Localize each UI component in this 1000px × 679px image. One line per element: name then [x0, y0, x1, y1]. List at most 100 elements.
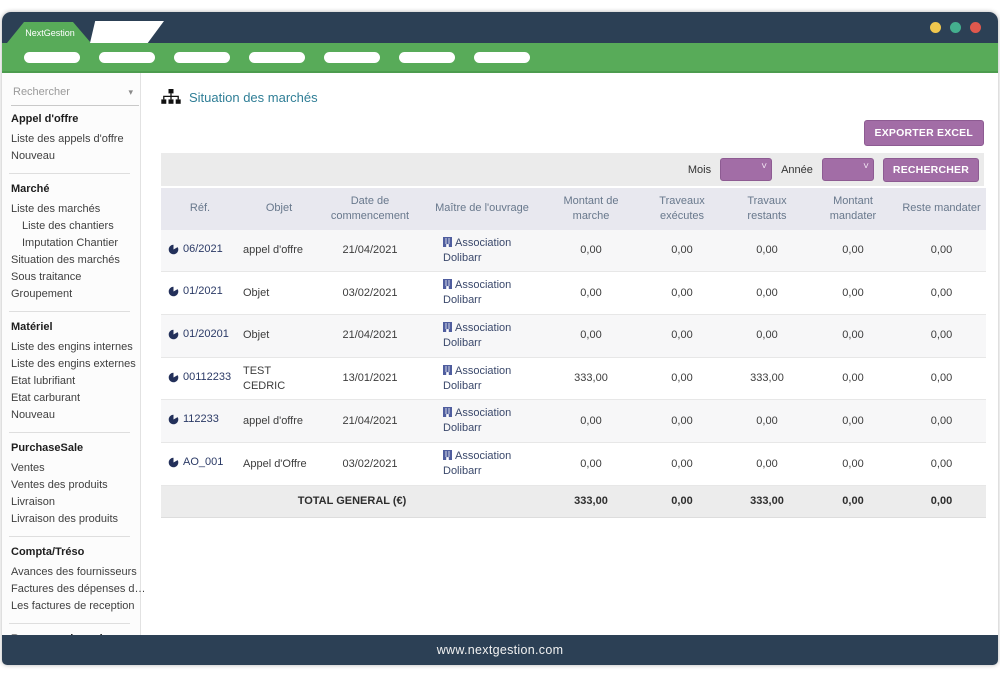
ref-link[interactable]: 01/20201 [168, 327, 229, 342]
sidebar-item-etat-carburant[interactable]: Etat carburant [11, 389, 140, 406]
date-cell: 21/04/2021 [319, 315, 421, 358]
sidebar-item-liste-chantiers[interactable]: Liste des chantiers [11, 217, 140, 234]
sidebar-item-ventes-produits[interactable]: Ventes des produits [11, 476, 140, 493]
menu-pill[interactable] [324, 52, 380, 63]
project-pie-icon [168, 329, 179, 340]
sidebar-item-nouveau-appel[interactable]: Nouveau [11, 147, 140, 164]
sidebar-header-marche[interactable]: Marché [11, 183, 140, 195]
montant-cell: 0,00 [543, 315, 639, 358]
project-pie-icon [168, 457, 179, 468]
building-icon [443, 279, 452, 289]
total-label: TOTAL GENERAL (€) [161, 485, 543, 517]
ref-link[interactable]: 01/2021 [168, 284, 223, 299]
total-executes: 0,00 [639, 485, 725, 517]
maitre-link[interactable]: Association Dolibarr [443, 449, 525, 479]
col-maitre: Maître de l'ouvrage [421, 188, 543, 230]
rechercher-button[interactable]: RECHERCHER [883, 158, 979, 182]
mandater-cell: 0,00 [809, 315, 897, 358]
montant-cell: 333,00 [543, 357, 639, 400]
table-row: 01/2021 Objet 03/02/2021 Association Dol… [161, 272, 986, 315]
date-cell: 03/02/2021 [319, 272, 421, 315]
mois-label: Mois [688, 164, 711, 176]
annee-label: Année [781, 164, 813, 176]
sidebar-header-compta-treso[interactable]: Compta/Tréso [11, 546, 140, 558]
sidebar-item-ventes[interactable]: Ventes [11, 459, 140, 476]
sidebar-item-avances-fournisseurs[interactable]: Avances des fournisseurs [11, 563, 140, 580]
sidebar-item-groupement[interactable]: Groupement [11, 285, 140, 302]
sidebar-item-etat-lubrifiant[interactable]: Etat lubrifiant [11, 372, 140, 389]
minimize-dot-icon[interactable] [930, 22, 941, 33]
menu-pill[interactable] [174, 52, 230, 63]
objet-cell: appel d'offre [239, 230, 319, 272]
objet-cell: TEST CEDRIC [239, 357, 319, 400]
footer-bar: www.nextgestion.com [2, 635, 998, 665]
reste-cell: 0,00 [897, 272, 986, 315]
total-restants: 333,00 [725, 485, 809, 517]
col-travaux-restants: Travaux restants [725, 188, 809, 230]
col-reste-mandater: Reste mandater [897, 188, 986, 230]
sidebar-item-factures-depenses[interactable]: Factures des dépenses d… [11, 580, 140, 597]
ref-link[interactable]: 112233 [168, 412, 219, 427]
table-row: 00112233 TEST CEDRIC 13/01/2021 Associat… [161, 357, 986, 400]
sidebar-item-nouveau-materiel[interactable]: Nouveau [11, 406, 140, 423]
sidebar-item-engins-internes[interactable]: Liste des engins internes [11, 338, 140, 355]
export-row: EXPORTER EXCEL [161, 120, 984, 146]
ref-link[interactable]: 06/2021 [168, 242, 223, 257]
ref-link[interactable]: 00112233 [168, 370, 231, 385]
maitre-link[interactable]: Association Dolibarr [443, 364, 525, 394]
ref-link[interactable]: AO_001 [168, 455, 223, 470]
marches-table: Réf. Objet Date de commencement Maître d… [161, 188, 986, 518]
sidebar-header-materiel[interactable]: Matériel [11, 321, 140, 333]
maitre-link[interactable]: Association Dolibarr [443, 278, 525, 308]
divider [9, 311, 130, 312]
table-header-row: Réf. Objet Date de commencement Maître d… [161, 188, 986, 230]
maximize-dot-icon[interactable] [950, 22, 961, 33]
app-window: NextGestion Rechercher ▾ Appel d'offre L… [2, 12, 998, 665]
menu-pill[interactable] [99, 52, 155, 63]
col-ref: Réf. [161, 188, 239, 230]
sidebar-item-engins-externes[interactable]: Liste des engins externes [11, 355, 140, 372]
annee-select[interactable] [822, 158, 874, 181]
sidebar-item-livraison[interactable]: Livraison [11, 493, 140, 510]
brand-tab[interactable]: NextGestion [7, 22, 91, 43]
filter-bar: Mois Année RECHERCHER [161, 153, 984, 186]
search-select[interactable]: Rechercher ▾ [11, 83, 139, 106]
sidebar-item-sous-traitance[interactable]: Sous traitance [11, 268, 140, 285]
objet-cell: appel d'offre [239, 400, 319, 443]
menu-pill[interactable] [249, 52, 305, 63]
divider [9, 536, 130, 537]
maitre-link[interactable]: Association Dolibarr [443, 321, 525, 351]
project-pie-icon [168, 244, 179, 255]
main-menu-bar [2, 43, 998, 73]
sidebar-item-imputation-chantier[interactable]: Imputation Chantier [11, 234, 140, 251]
chevron-down-icon: ▾ [128, 87, 133, 98]
sidebar-item-factures-reception[interactable]: Les factures de reception [11, 597, 140, 614]
restants-cell: 0,00 [725, 443, 809, 486]
mois-select[interactable] [720, 158, 772, 181]
secondary-tab[interactable] [90, 21, 164, 43]
maitre-link[interactable]: Association Dolibarr [443, 236, 525, 266]
footer-url: www.nextgestion.com [437, 643, 564, 657]
sidebar-item-situation-marches[interactable]: Situation des marchés [11, 251, 140, 268]
sidebar-item-livraison-produits[interactable]: Livraison des produits [11, 510, 140, 527]
sidebar-header-appel-offre[interactable]: Appel d'offre [11, 113, 140, 125]
sitemap-icon [161, 89, 181, 105]
col-date: Date de commencement [319, 188, 421, 230]
sidebar-item-liste-appels-offre[interactable]: Liste des appels d'offre [11, 130, 140, 147]
reste-cell: 0,00 [897, 443, 986, 486]
export-excel-button[interactable]: EXPORTER EXCEL [864, 120, 984, 146]
menu-pill[interactable] [474, 52, 530, 63]
menu-pill[interactable] [399, 52, 455, 63]
maitre-link[interactable]: Association Dolibarr [443, 406, 525, 436]
building-icon [443, 407, 452, 417]
sidebar-header-purchasesale[interactable]: PurchaseSale [11, 442, 140, 454]
close-dot-icon[interactable] [970, 22, 981, 33]
executes-cell: 0,00 [639, 443, 725, 486]
menu-pill[interactable] [24, 52, 80, 63]
building-icon [443, 237, 452, 247]
executes-cell: 0,00 [639, 315, 725, 358]
date-cell: 03/02/2021 [319, 443, 421, 486]
sidebar-item-liste-marches[interactable]: Liste des marchés [11, 200, 140, 217]
col-objet: Objet [239, 188, 319, 230]
reste-cell: 0,00 [897, 400, 986, 443]
